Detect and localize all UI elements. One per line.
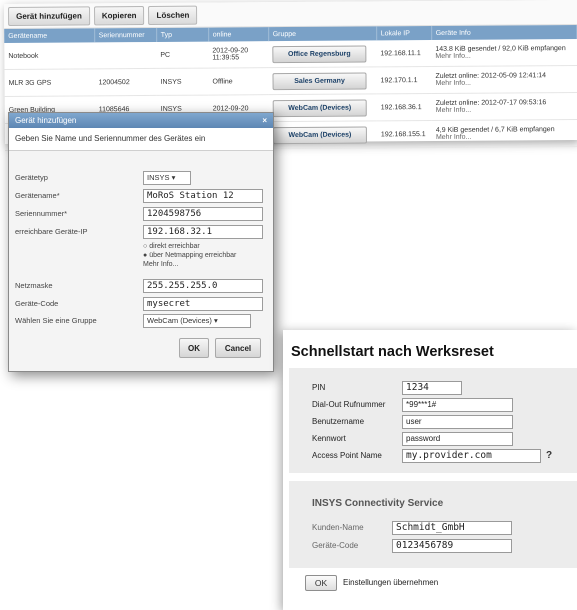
more-info-link[interactable]: Mehr Info... xyxy=(436,79,574,87)
chevron-down-icon: ▾ xyxy=(213,316,218,325)
column-header-name[interactable]: Gerätename xyxy=(4,28,95,43)
device-ip-label: erreichbare Geräte-IP xyxy=(15,227,88,236)
device-name-label: Gerätename* xyxy=(15,191,60,200)
serial-label: Seriennummer* xyxy=(15,209,68,218)
pin-input[interactable]: 1234 xyxy=(402,381,462,395)
table-row[interactable]: Notebook PC 2012-09-20 11:39:55 Office R… xyxy=(4,39,577,70)
username-label: Benutzername xyxy=(312,417,365,426)
info-text: 4,9 KiB gesendet / 6,7 KiB empfangen xyxy=(435,126,555,134)
device-code-label: Geräte-Code xyxy=(15,299,59,308)
more-info-link[interactable]: Mehr Info... xyxy=(436,133,574,141)
column-header-info[interactable]: Geräte Info xyxy=(431,25,577,41)
device-type-label: Gerätetyp xyxy=(15,173,48,182)
cell-group: Sales Germany xyxy=(268,66,377,95)
more-info-link[interactable]: Mehr Info... xyxy=(436,106,574,114)
apn-label: Access Point Name xyxy=(312,451,382,460)
cell-serial xyxy=(94,41,157,69)
mobile-settings-box: PIN 1234 Dial-Out Rufnummer *99***1# Ben… xyxy=(289,368,577,473)
group-button[interactable]: WebCam (Devices) xyxy=(272,125,367,144)
device-code-label: Geräte-Code xyxy=(312,541,359,550)
dialout-label: Dial-Out Rufnummer xyxy=(312,400,386,409)
service-section-title: INSYS Connectivity Service xyxy=(312,498,444,509)
add-device-dialog: Gerät hinzufügen × Geben Sie Name und Se… xyxy=(8,112,274,372)
cell-info: 143.8 KiB gesendet / 92,0 KiB empfangen M… xyxy=(431,39,577,67)
device-type-value: INSYS xyxy=(147,173,170,182)
info-text: 143.8 KiB gesendet / 92,0 KiB empfangen xyxy=(435,45,566,53)
radio-netmapping-label: über Netmapping erreichbar xyxy=(149,252,237,259)
cell-info: Zuletzt online: 2012-07-17 09:53:16 Mehr … xyxy=(431,92,577,121)
more-info-link[interactable]: Mehr Info... xyxy=(143,260,178,269)
table-row[interactable]: MLR 3G GPS 12004502 INSYS Offline Sales … xyxy=(4,65,577,97)
column-header-serial[interactable]: Seriennummer xyxy=(94,27,157,43)
group-button[interactable]: Sales Germany xyxy=(272,71,367,90)
cell-type: PC xyxy=(156,41,209,69)
ok-button[interactable]: OK xyxy=(179,338,209,358)
cell-name: Notebook xyxy=(4,42,95,70)
device-type-select[interactable]: INSYS ▾ xyxy=(143,171,191,185)
cell-info: Zuletzt online: 2012-05-09 12:41:14 Mehr … xyxy=(431,65,577,94)
column-header-ip[interactable]: Lokale IP xyxy=(376,26,432,41)
cell-group: Office Regensburg xyxy=(268,40,377,68)
group-select-value: WebCam (Devices) xyxy=(147,316,212,325)
apn-input[interactable]: my.provider.com xyxy=(402,449,541,463)
column-header-online[interactable]: online xyxy=(208,27,269,42)
radio-direct-label: direkt erreichbar xyxy=(149,243,200,250)
dialog-title: Gerät hinzufügen xyxy=(15,116,77,125)
page-title: Schnellstart nach Werksreset xyxy=(291,344,494,360)
username-input[interactable]: user xyxy=(402,415,513,429)
pin-label: PIN xyxy=(312,383,326,392)
chevron-down-icon: ▾ xyxy=(171,173,176,182)
cell-info: 4,9 KiB gesendet / 6,7 KiB empfangen Mehr… xyxy=(431,119,577,148)
cell-serial: 12004502 xyxy=(94,68,157,96)
cell-ip: 192.168.11.1 xyxy=(376,40,432,67)
close-icon[interactable]: × xyxy=(262,116,273,125)
cancel-button[interactable]: Cancel xyxy=(215,338,261,358)
apply-settings-label: Einstellungen übernehmen xyxy=(343,578,439,587)
group-button[interactable]: Office Regensburg xyxy=(272,44,367,63)
dialog-titlebar[interactable]: Gerät hinzufügen × xyxy=(9,113,273,128)
help-icon[interactable]: ? xyxy=(546,450,552,461)
netmask-input[interactable]: 255.255.255.0 xyxy=(143,279,263,293)
group-select[interactable]: WebCam (Devices) ▾ xyxy=(143,314,251,328)
cell-ip: 192.168.155.1 xyxy=(376,120,433,148)
cell-type: INSYS xyxy=(156,68,209,96)
customer-name-label: Kunden-Name xyxy=(312,523,364,532)
more-info-link[interactable]: Mehr Info... xyxy=(435,52,573,60)
device-code-input[interactable]: mysecret xyxy=(143,297,263,311)
dialog-intro-text: Geben Sie Name und Seriennummer des Gerä… xyxy=(9,128,273,151)
cell-name: MLR 3G GPS xyxy=(4,68,95,97)
device-name-input[interactable]: MoRoS Station 12 xyxy=(143,189,263,203)
radio-direct[interactable]: ○ direkt erreichbar xyxy=(143,242,200,251)
info-text: Zuletzt online: 2012-05-09 12:41:14 xyxy=(435,72,547,80)
serial-input[interactable]: 1204598756 xyxy=(143,207,263,221)
cell-ip: 192.168.36.1 xyxy=(376,93,432,121)
delete-button[interactable]: Löschen xyxy=(148,5,198,25)
radio-unchecked-icon: ○ xyxy=(143,243,148,250)
device-code-input[interactable]: 0123456789 xyxy=(392,539,512,553)
connectivity-service-box: INSYS Connectivity Service Kunden-Name S… xyxy=(289,481,577,568)
password-input[interactable]: password xyxy=(402,432,513,446)
dialout-input[interactable]: *99***1# xyxy=(402,398,513,412)
netmask-label: Netzmaske xyxy=(15,281,53,290)
cell-online: Offline xyxy=(208,67,269,96)
radio-checked-icon: ● xyxy=(143,252,148,259)
device-ip-input[interactable]: 192.168.32.1 xyxy=(143,225,263,239)
group-button[interactable]: WebCam (Devices) xyxy=(272,98,367,117)
radio-netmapping[interactable]: ● über Netmapping erreichbar xyxy=(143,251,236,260)
column-header-group[interactable]: Gruppe xyxy=(268,26,377,42)
add-device-button[interactable]: Gerät hinzufügen xyxy=(8,5,90,26)
password-label: Kennwort xyxy=(312,434,346,443)
cell-group: WebCam (Devices) xyxy=(268,120,378,149)
cell-online: 2012-09-20 11:39:55 xyxy=(208,41,269,69)
info-text: Zuletzt online: 2012-07-17 09:53:16 xyxy=(435,99,547,107)
ok-button[interactable]: OK xyxy=(305,575,337,591)
customer-name-input[interactable]: Schmidt_GmbH xyxy=(392,521,512,535)
copy-button[interactable]: Kopieren xyxy=(93,5,145,25)
quickstart-panel: Schnellstart nach Werksreset PIN 1234 Di… xyxy=(283,330,577,610)
cell-group: WebCam (Devices) xyxy=(268,93,377,122)
cell-ip: 192.170.1.1 xyxy=(376,66,432,94)
group-select-label: Wählen Sie eine Gruppe xyxy=(15,316,97,325)
column-header-type[interactable]: Typ xyxy=(156,27,209,42)
